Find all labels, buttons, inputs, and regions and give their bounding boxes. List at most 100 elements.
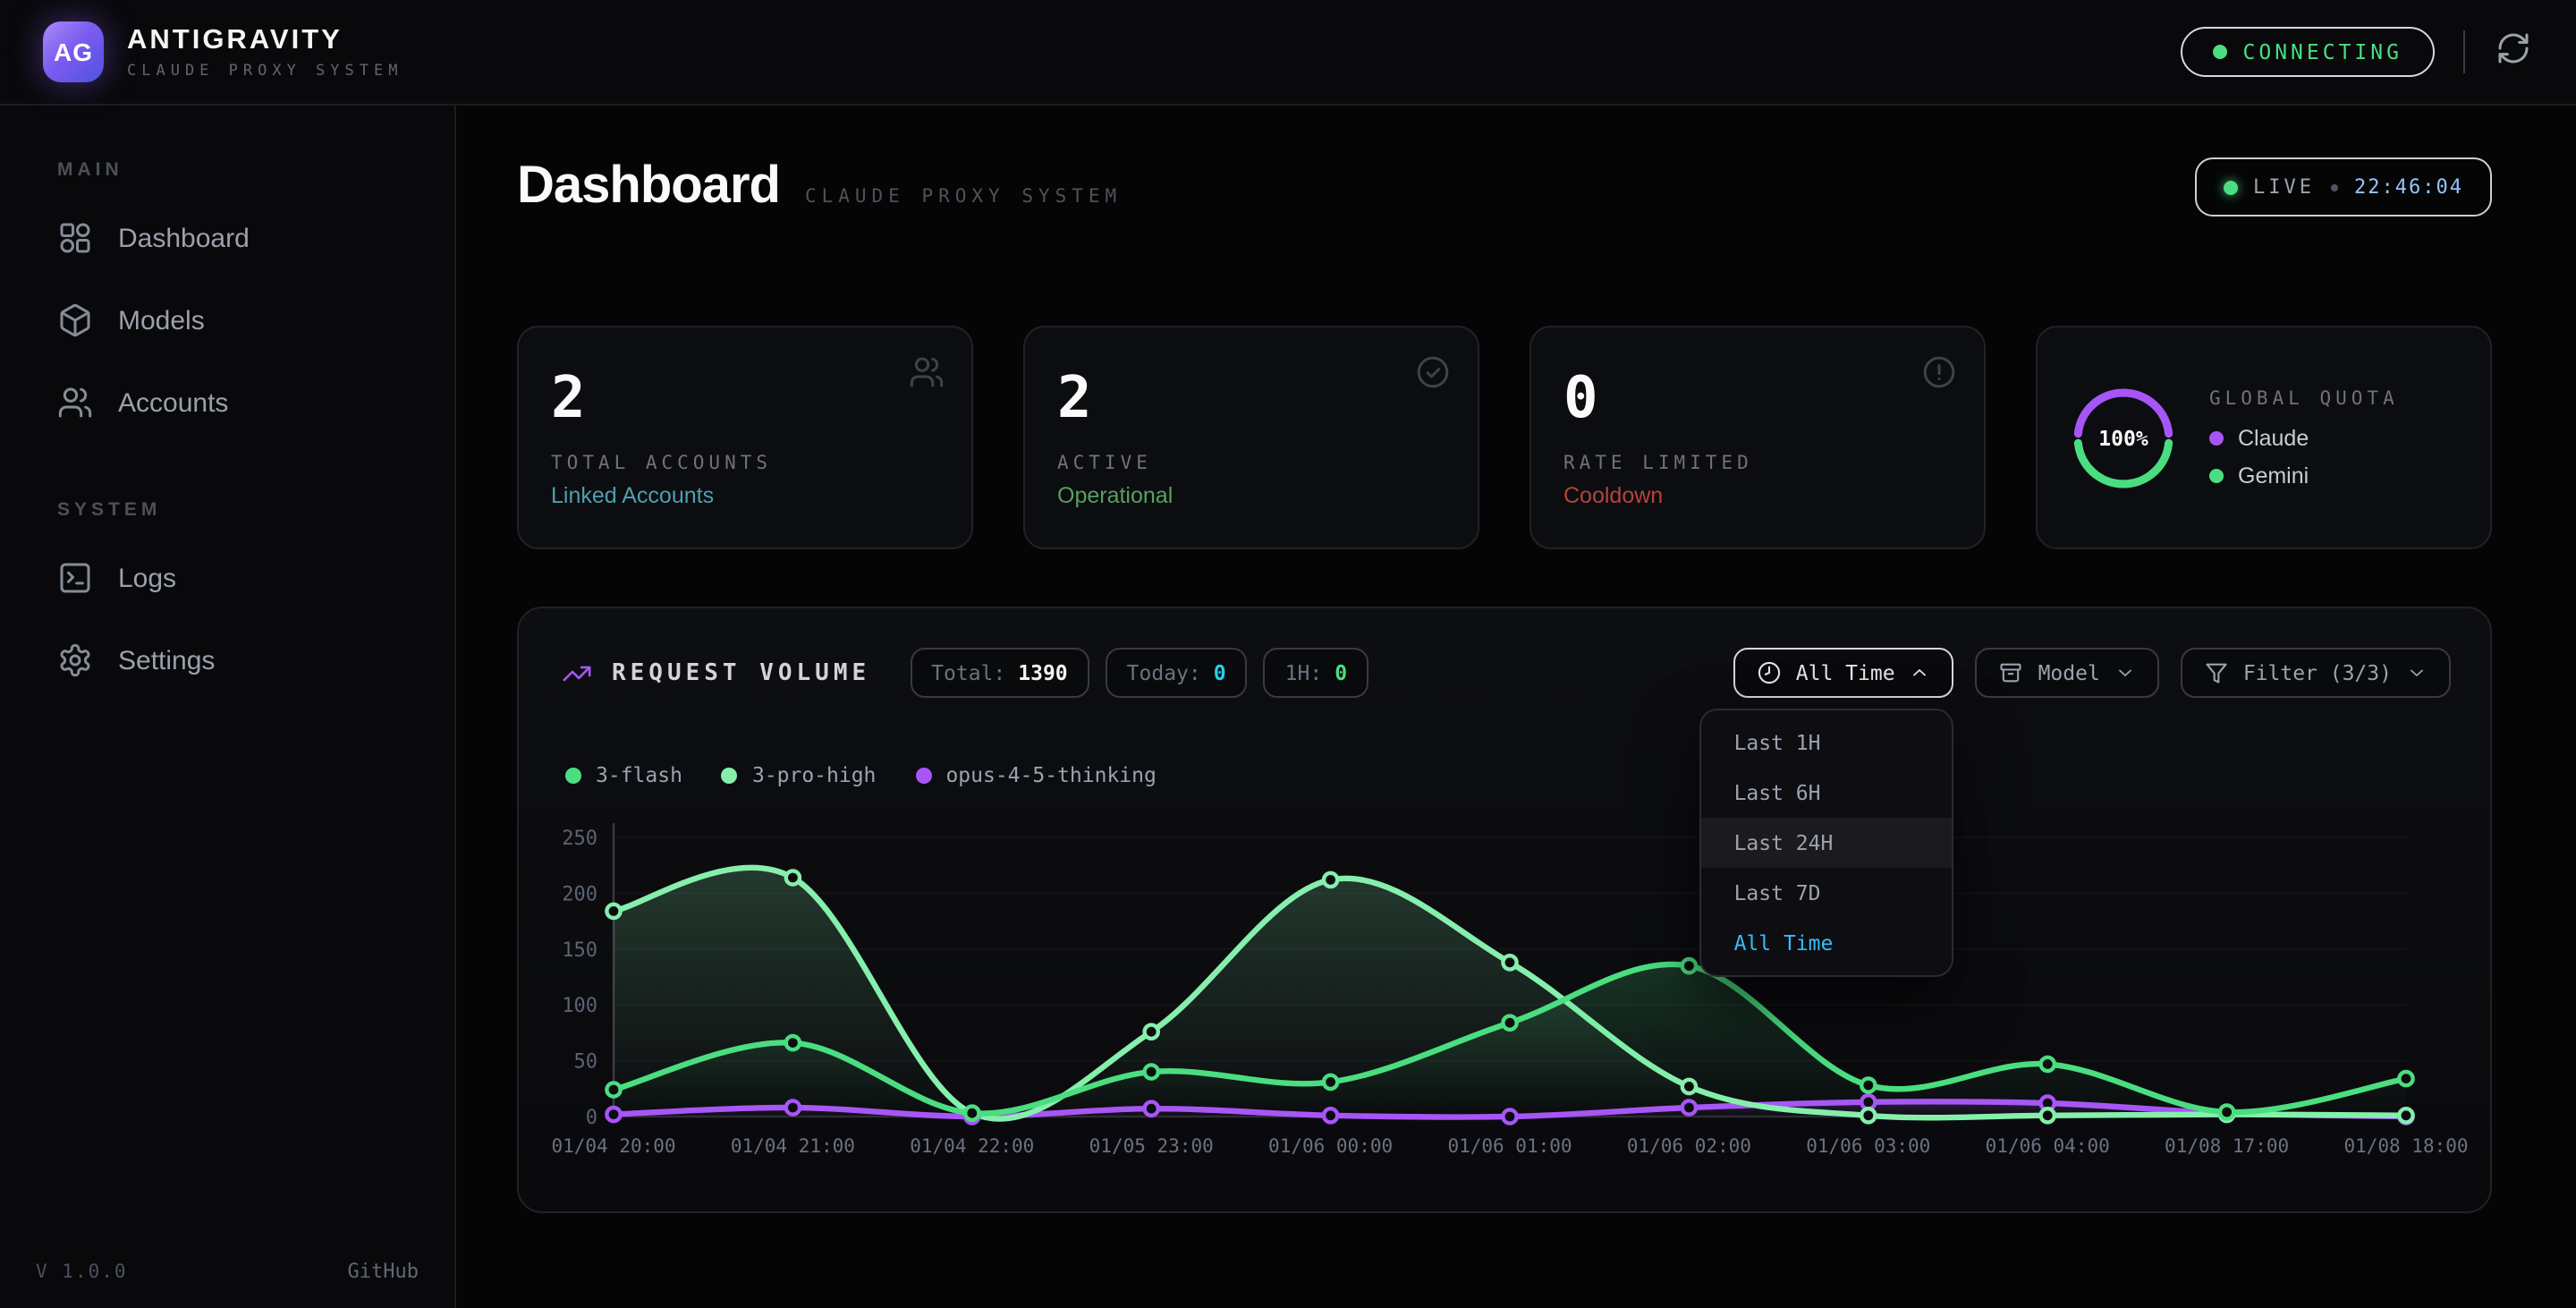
quota-title: GLOBAL QUOTA	[2209, 387, 2399, 409]
dropdown-option-last-24h[interactable]: Last 24H	[1702, 818, 1953, 868]
time-range-dropdown: Last 1HLast 6HLast 24HLast 7DAll Time	[1700, 709, 1954, 977]
dropdown-option-last-6h[interactable]: Last 6H	[1702, 768, 1953, 818]
chip-value: 0	[1335, 660, 1347, 685]
page-header: Dashboard CLAUDE PROXY SYSTEM LIVE 22:46…	[517, 157, 2492, 217]
users-icon	[57, 385, 93, 420]
svg-text:01/06 03:00: 01/06 03:00	[1806, 1135, 1930, 1157]
stat-value: 0	[1563, 363, 1952, 431]
sidebar-item-models[interactable]: Models	[36, 281, 419, 360]
brand-name: ANTIGRAVITY	[127, 24, 402, 56]
time-range-label: All Time	[1796, 660, 1895, 685]
dropdown-option-all-time[interactable]: All Time	[1702, 918, 1953, 968]
brand-tagline: CLAUDE PROXY SYSTEM	[127, 62, 402, 80]
model-filter-label: Model	[2038, 660, 2100, 685]
sidebar-item-label: Logs	[118, 563, 176, 593]
dropdown-option-last-1h[interactable]: Last 1H	[1702, 718, 1953, 768]
status-label: CONNECTING	[2243, 39, 2403, 64]
chevron-down-icon	[2406, 662, 2428, 684]
sidebar-item-logs[interactable]: Logs	[36, 539, 419, 617]
svg-text:01/04 20:00: 01/04 20:00	[551, 1135, 675, 1157]
live-badge: LIVE 22:46:04	[2194, 157, 2492, 217]
box-icon	[57, 302, 93, 338]
legend-label: 3-pro-high	[752, 762, 877, 787]
nav-section-system: SYSTEM	[57, 499, 419, 521]
svg-text:01/06 01:00: 01/06 01:00	[1447, 1135, 1572, 1157]
global-quota-card: 100% GLOBAL QUOTA Claude Gemini	[2036, 326, 2492, 549]
stat-label: ACTIVE	[1057, 453, 1445, 474]
time-range-button[interactable]: All Time	[1733, 648, 1954, 698]
line-chart-svg: 05010015020025001/04 20:0001/04 21:0001/…	[538, 809, 2470, 1199]
svg-text:01/04 22:00: 01/04 22:00	[910, 1135, 1034, 1157]
total-chip: Total: 1390	[910, 648, 1089, 698]
live-separator-dot	[2331, 183, 2338, 191]
topbar-divider	[2463, 30, 2465, 73]
sidebar-item-label: Accounts	[118, 387, 228, 418]
stat-sub: Linked Accounts	[551, 483, 939, 508]
stat-value: 2	[1057, 363, 1445, 431]
legend-dot-icon	[915, 767, 931, 783]
chart-legend: 3-flash 3-pro-high opus-4-5-thinking	[565, 762, 1157, 787]
stat-value: 2	[551, 363, 939, 431]
quota-legend-label: Claude	[2238, 425, 2309, 450]
github-link[interactable]: GitHub	[348, 1260, 419, 1283]
sidebar-item-accounts[interactable]: Accounts	[36, 363, 419, 442]
volume-badges: Total: 1390 Today: 0 1H: 0	[910, 648, 1368, 698]
sidebar-item-settings[interactable]: Settings	[36, 621, 419, 700]
live-label: LIVE	[2253, 175, 2315, 199]
svg-text:200: 200	[562, 883, 597, 905]
svg-text:100: 100	[562, 995, 597, 1017]
svg-text:01/06 00:00: 01/06 00:00	[1268, 1135, 1393, 1157]
legend-label: 3-flash	[596, 762, 682, 787]
svg-text:01/08 17:00: 01/08 17:00	[2165, 1135, 2289, 1157]
sidebar-item-label: Dashboard	[118, 223, 250, 253]
main-content: Dashboard CLAUDE PROXY SYSTEM LIVE 22:46…	[456, 106, 2576, 1308]
legend-item-opus-4-5-thinking: opus-4-5-thinking	[915, 762, 1156, 787]
series-filter-label: Filter (3/3)	[2243, 660, 2392, 685]
stat-cards-row: 2 TOTAL ACCOUNTS Linked Accounts 2 ACTIV…	[517, 326, 2492, 549]
series-filter-button[interactable]: Filter (3/3)	[2181, 648, 2451, 698]
legend-dot-icon	[722, 767, 738, 783]
sidebar-item-label: Models	[118, 305, 205, 335]
svg-text:50: 50	[574, 1051, 598, 1074]
time-range-control: All Time Last 1HLast 6HLast 24HLast 7DAl…	[1733, 648, 1954, 698]
svg-text:01/05 23:00: 01/05 23:00	[1089, 1135, 1214, 1157]
refresh-button[interactable]	[2494, 32, 2533, 72]
chart-controls: All Time Last 1HLast 6HLast 24HLast 7DAl…	[1733, 648, 2451, 698]
nav-section-main: MAIN	[57, 159, 419, 181]
one-hour-chip: 1H: 0	[1264, 648, 1368, 698]
logo-text: AG	[54, 38, 93, 66]
svg-text:01/06 02:00: 01/06 02:00	[1627, 1135, 1751, 1157]
alert-circle-icon	[1921, 354, 1957, 390]
brand-block: ANTIGRAVITY CLAUDE PROXY SYSTEM	[127, 24, 402, 80]
chip-label: Today:	[1127, 660, 1201, 685]
terminal-square-icon	[57, 560, 93, 596]
sidebar: MAIN Dashboard Models Accounts SYSTEM Logs Set…	[0, 106, 456, 1308]
gear-icon	[57, 642, 93, 678]
chip-label: 1H:	[1285, 660, 1323, 685]
request-volume-chart: 05010015020025001/04 20:0001/04 21:0001/…	[538, 809, 2470, 1199]
dropdown-option-last-7d[interactable]: Last 7D	[1702, 868, 1953, 918]
title-row: Dashboard CLAUDE PROXY SYSTEM	[517, 157, 1122, 217]
quota-legend-label: Gemini	[2238, 463, 2309, 488]
claude-dot-icon	[2209, 430, 2224, 445]
check-circle-icon	[1415, 354, 1451, 390]
chip-value: 0	[1214, 660, 1226, 685]
quota-donut: 100%	[2070, 384, 2177, 491]
trending-up-icon	[562, 658, 592, 688]
stat-card-active: 2 ACTIVE Operational	[1023, 326, 1479, 549]
quota-legend-claude: Claude	[2209, 425, 2399, 450]
model-filter-button[interactable]: Model	[1976, 648, 2159, 698]
gemini-dot-icon	[2209, 468, 2224, 482]
clock-icon	[1757, 660, 1782, 685]
quota-legend-gemini: Gemini	[2209, 463, 2399, 488]
page-subtitle: CLAUDE PROXY SYSTEM	[805, 186, 1122, 208]
version-text: V 1.0.0	[36, 1261, 128, 1282]
app-logo: AG	[43, 21, 104, 82]
quota-percent: 100%	[2070, 384, 2177, 491]
sidebar-item-dashboard[interactable]: Dashboard	[36, 199, 419, 277]
chart-title: REQUEST VOLUME	[612, 659, 870, 686]
stat-label: TOTAL ACCOUNTS	[551, 453, 939, 474]
connection-status-pill: CONNECTING	[2181, 27, 2436, 77]
svg-text:01/06 04:00: 01/06 04:00	[1986, 1135, 2110, 1157]
sidebar-item-label: Settings	[118, 645, 215, 675]
